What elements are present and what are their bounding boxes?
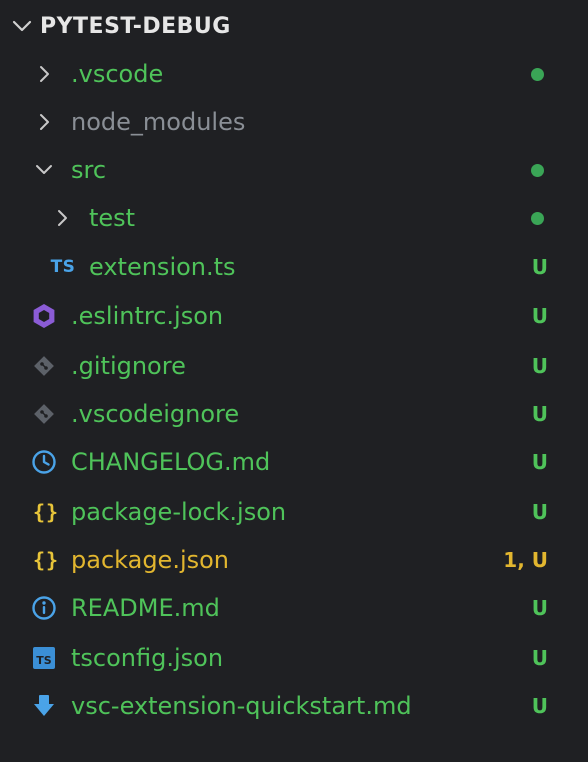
chevron-right-icon[interactable] bbox=[30, 98, 58, 146]
problem-and-git-status-badge: 1, U bbox=[503, 548, 548, 572]
tree-item-eslintrc[interactable]: .eslintrc.json U bbox=[0, 292, 588, 340]
tree-item-vscodeignore[interactable]: .vscodeignore U bbox=[0, 390, 588, 438]
tree-item-vscode-folder[interactable]: .vscode bbox=[0, 50, 588, 98]
tree-item-changelog[interactable]: CHANGELOG.md U bbox=[0, 438, 588, 486]
tree-item-label: test bbox=[89, 204, 136, 232]
file-explorer: PYTEST-DEBUG .vscode node_modules src te… bbox=[0, 0, 588, 762]
tree-item-label: src bbox=[71, 156, 107, 184]
chevron-right-icon[interactable] bbox=[48, 194, 76, 242]
tree-item-label: extension.ts bbox=[89, 253, 236, 281]
svg-text:TS: TS bbox=[36, 654, 52, 667]
tree-item-label: .gitignore bbox=[71, 352, 186, 380]
tree-item-label: tsconfig.json bbox=[71, 644, 224, 672]
git-status-badge: U bbox=[531, 450, 548, 474]
tree-item-package-lock[interactable]: {} package-lock.json U bbox=[0, 488, 588, 536]
tree-item-label: README.md bbox=[71, 594, 220, 622]
tree-item-gitignore[interactable]: .gitignore U bbox=[0, 342, 588, 390]
tree-item-package-json[interactable]: {} package.json 1, U bbox=[0, 536, 588, 584]
git-status-badge: U bbox=[531, 255, 548, 279]
chevron-down-icon[interactable] bbox=[10, 14, 34, 38]
tree-item-node-modules-folder[interactable]: node_modules bbox=[0, 98, 588, 146]
git-icon bbox=[30, 390, 58, 438]
tree-item-test-folder[interactable]: test bbox=[0, 194, 588, 242]
tree-item-label: .vscode bbox=[71, 60, 164, 88]
git-icon bbox=[30, 342, 58, 390]
chevron-down-icon[interactable] bbox=[30, 146, 58, 194]
tree-item-label: .eslintrc.json bbox=[71, 302, 224, 330]
git-status-badge: U bbox=[531, 596, 548, 620]
chevron-right-icon[interactable] bbox=[30, 50, 58, 98]
git-status-dot bbox=[531, 164, 544, 177]
git-status-badge: U bbox=[531, 354, 548, 378]
tree-item-label: vsc-extension-quickstart.md bbox=[71, 692, 412, 720]
git-status-badge: U bbox=[531, 500, 548, 524]
tree-item-readme[interactable]: README.md U bbox=[0, 584, 588, 632]
tree-item-quickstart[interactable]: vsc-extension-quickstart.md U bbox=[0, 682, 588, 730]
tree-item-label: package-lock.json bbox=[71, 498, 287, 526]
git-status-badge: U bbox=[531, 304, 548, 328]
git-status-badge: U bbox=[531, 694, 548, 718]
tree-item-src-folder[interactable]: src bbox=[0, 146, 588, 194]
json-braces-icon: {} bbox=[32, 548, 60, 572]
tree-item-tsconfig[interactable]: TS tsconfig.json U bbox=[0, 634, 588, 682]
git-status-dot bbox=[531, 68, 544, 81]
explorer-title: PYTEST-DEBUG bbox=[40, 13, 231, 39]
tree-item-label: .vscodeignore bbox=[71, 400, 240, 428]
tree-item-label: CHANGELOG.md bbox=[71, 448, 271, 476]
explorer-section-header[interactable]: PYTEST-DEBUG bbox=[0, 0, 588, 52]
eslint-icon bbox=[30, 292, 58, 340]
git-status-badge: U bbox=[531, 402, 548, 426]
tree-item-extension-ts[interactable]: TS extension.ts U bbox=[0, 243, 588, 291]
git-status-badge: U bbox=[531, 646, 548, 670]
info-icon bbox=[30, 584, 58, 632]
tree-item-label: node_modules bbox=[71, 108, 246, 136]
tsconfig-icon: TS bbox=[30, 634, 58, 682]
typescript-icon: TS bbox=[50, 257, 76, 277]
git-status-dot bbox=[531, 212, 544, 225]
clock-icon bbox=[30, 438, 58, 486]
download-arrow-icon bbox=[30, 682, 58, 730]
json-braces-icon: {} bbox=[32, 500, 60, 524]
tree-item-label: package.json bbox=[71, 546, 230, 574]
